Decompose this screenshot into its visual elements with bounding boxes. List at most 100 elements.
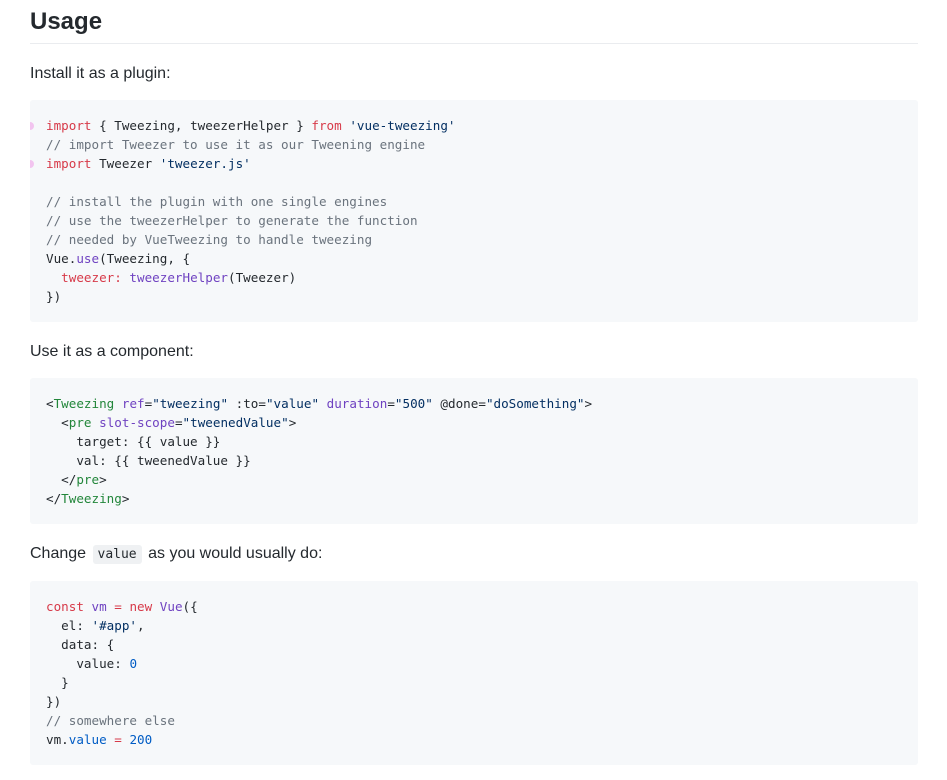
component-paragraph: Use it as a component: [30, 343, 194, 360]
code-comment: // somewhere else [46, 713, 175, 728]
code-punct: = [258, 396, 266, 411]
code-line: // needed by VueTweezing to handle tweez… [46, 230, 902, 249]
code-line: // use the tweezerHelper to generate the… [46, 211, 902, 230]
code-block-component[interactable]: <Tweezing ref="tweezing" :to="value" dur… [30, 378, 918, 524]
install-paragraph: Install it as a plugin: [30, 65, 171, 82]
code-line: data: { [46, 635, 902, 654]
code-line: <Tweezing ref="tweezing" :to="value" dur… [46, 394, 902, 413]
function-name: tweezerHelper [129, 270, 228, 285]
object-key: data [61, 637, 92, 652]
keyword: new [129, 599, 153, 614]
number-literal: 200 [129, 732, 153, 747]
attr-value: "value" [265, 396, 320, 411]
section-heading: Usage [30, 0, 918, 44]
code-text: }) [46, 289, 62, 304]
code-punct: </ [46, 491, 62, 506]
variable-name: vm [91, 599, 107, 614]
number-literal: 0 [129, 656, 138, 671]
code-line: el: '#app', [46, 616, 902, 635]
object-key: value [76, 656, 115, 671]
attr-name: :to [235, 396, 259, 411]
code-line: Vue.use(Tweezing, { [46, 249, 902, 268]
code-text: } [46, 675, 69, 690]
code-text: { Tweezing, tweezerHelper } [91, 118, 312, 133]
keyword: import [46, 156, 92, 171]
tag-name: pre [68, 415, 92, 430]
code-line: val: {{ tweenedValue }} [46, 451, 902, 470]
code-punct: </ [61, 472, 77, 487]
code-line: target: {{ value }} [46, 432, 902, 451]
object-key: el [61, 618, 77, 633]
code-line: import { Tweezing, tweezerHelper } from … [30, 116, 902, 135]
code-line: const vm = new Vue({ [46, 597, 902, 616]
code-text: (Tweezer) [228, 270, 297, 285]
code-punct: < [46, 396, 54, 411]
code-punct: = [174, 415, 183, 430]
code-line: value: 0 [46, 654, 902, 673]
keyword: import [46, 118, 92, 133]
function-name: use [76, 251, 100, 266]
code-text: ({ [182, 599, 198, 614]
code-line: </pre> [46, 470, 902, 489]
tag-name: pre [76, 472, 100, 487]
code-block-vue-instance[interactable]: const vm = new Vue({ el: '#app', data: {… [30, 581, 918, 765]
code-comment: // install the plugin with one single en… [46, 194, 388, 209]
code-text: }) [46, 694, 62, 709]
change-paragraph: Change value as you would usually do: [30, 543, 322, 566]
code-line: }) [46, 287, 902, 306]
tag-name: Tweezing [61, 491, 122, 506]
operator: = [114, 732, 122, 747]
code-colon: : [114, 270, 130, 285]
code-punct: = [478, 396, 486, 411]
code-text: Tweezer [91, 156, 160, 171]
operator: = [106, 599, 130, 614]
inline-code: value [92, 545, 142, 564]
code-punct: > [584, 396, 593, 411]
code-comment: // import Tweezer to use it as our Tween… [46, 137, 426, 152]
keyword: const [46, 599, 84, 614]
code-punct: < [61, 415, 69, 430]
code-line: }) [46, 692, 902, 711]
code-text: (Tweezing, { [99, 251, 191, 266]
code-colon: : [76, 618, 92, 633]
attr-value: "500" [394, 396, 433, 411]
attr-value: "doSomething" [485, 396, 585, 411]
readme-content: Usage Install it as a plugin: import { T… [30, 0, 918, 765]
change-text: as you would usually do: [148, 545, 323, 562]
property-name: value [68, 732, 107, 747]
attr-name: duration [326, 396, 388, 411]
code-block-plugin[interactable]: import { Tweezing, tweezerHelper } from … [30, 100, 918, 322]
code-colon: : [114, 656, 130, 671]
code-text: val: {{ tweenedValue }} [46, 453, 251, 468]
attr-value: "tweezing" [152, 396, 229, 411]
tag-name: Tweezing [53, 396, 115, 411]
code-comment: // use the tweezerHelper to generate the… [46, 213, 418, 228]
code-line: // somewhere else [46, 711, 902, 730]
code-line: import Tweezer 'tweezer.js' [30, 154, 902, 173]
code-text: vm. [46, 732, 69, 747]
code-text: : { [91, 637, 115, 652]
string-literal: 'vue-tweezing' [349, 118, 456, 133]
code-line: // install the plugin with one single en… [46, 192, 902, 211]
marker-dot [30, 160, 34, 168]
code-line: </Tweezing> [46, 489, 902, 508]
code-comment: // needed by VueTweezing to handle tweez… [46, 232, 373, 247]
code-line: vm.value = 200 [46, 730, 902, 749]
code-line: } [46, 673, 902, 692]
string-literal: 'tweezer.js' [159, 156, 251, 171]
code-punct: > [288, 415, 297, 430]
code-punct: , [137, 618, 145, 633]
attr-name: slot-scope [99, 415, 175, 430]
code-line: tweezer: tweezerHelper(Tweezer) [46, 268, 902, 287]
attr-value: "tweenedValue" [182, 415, 289, 430]
